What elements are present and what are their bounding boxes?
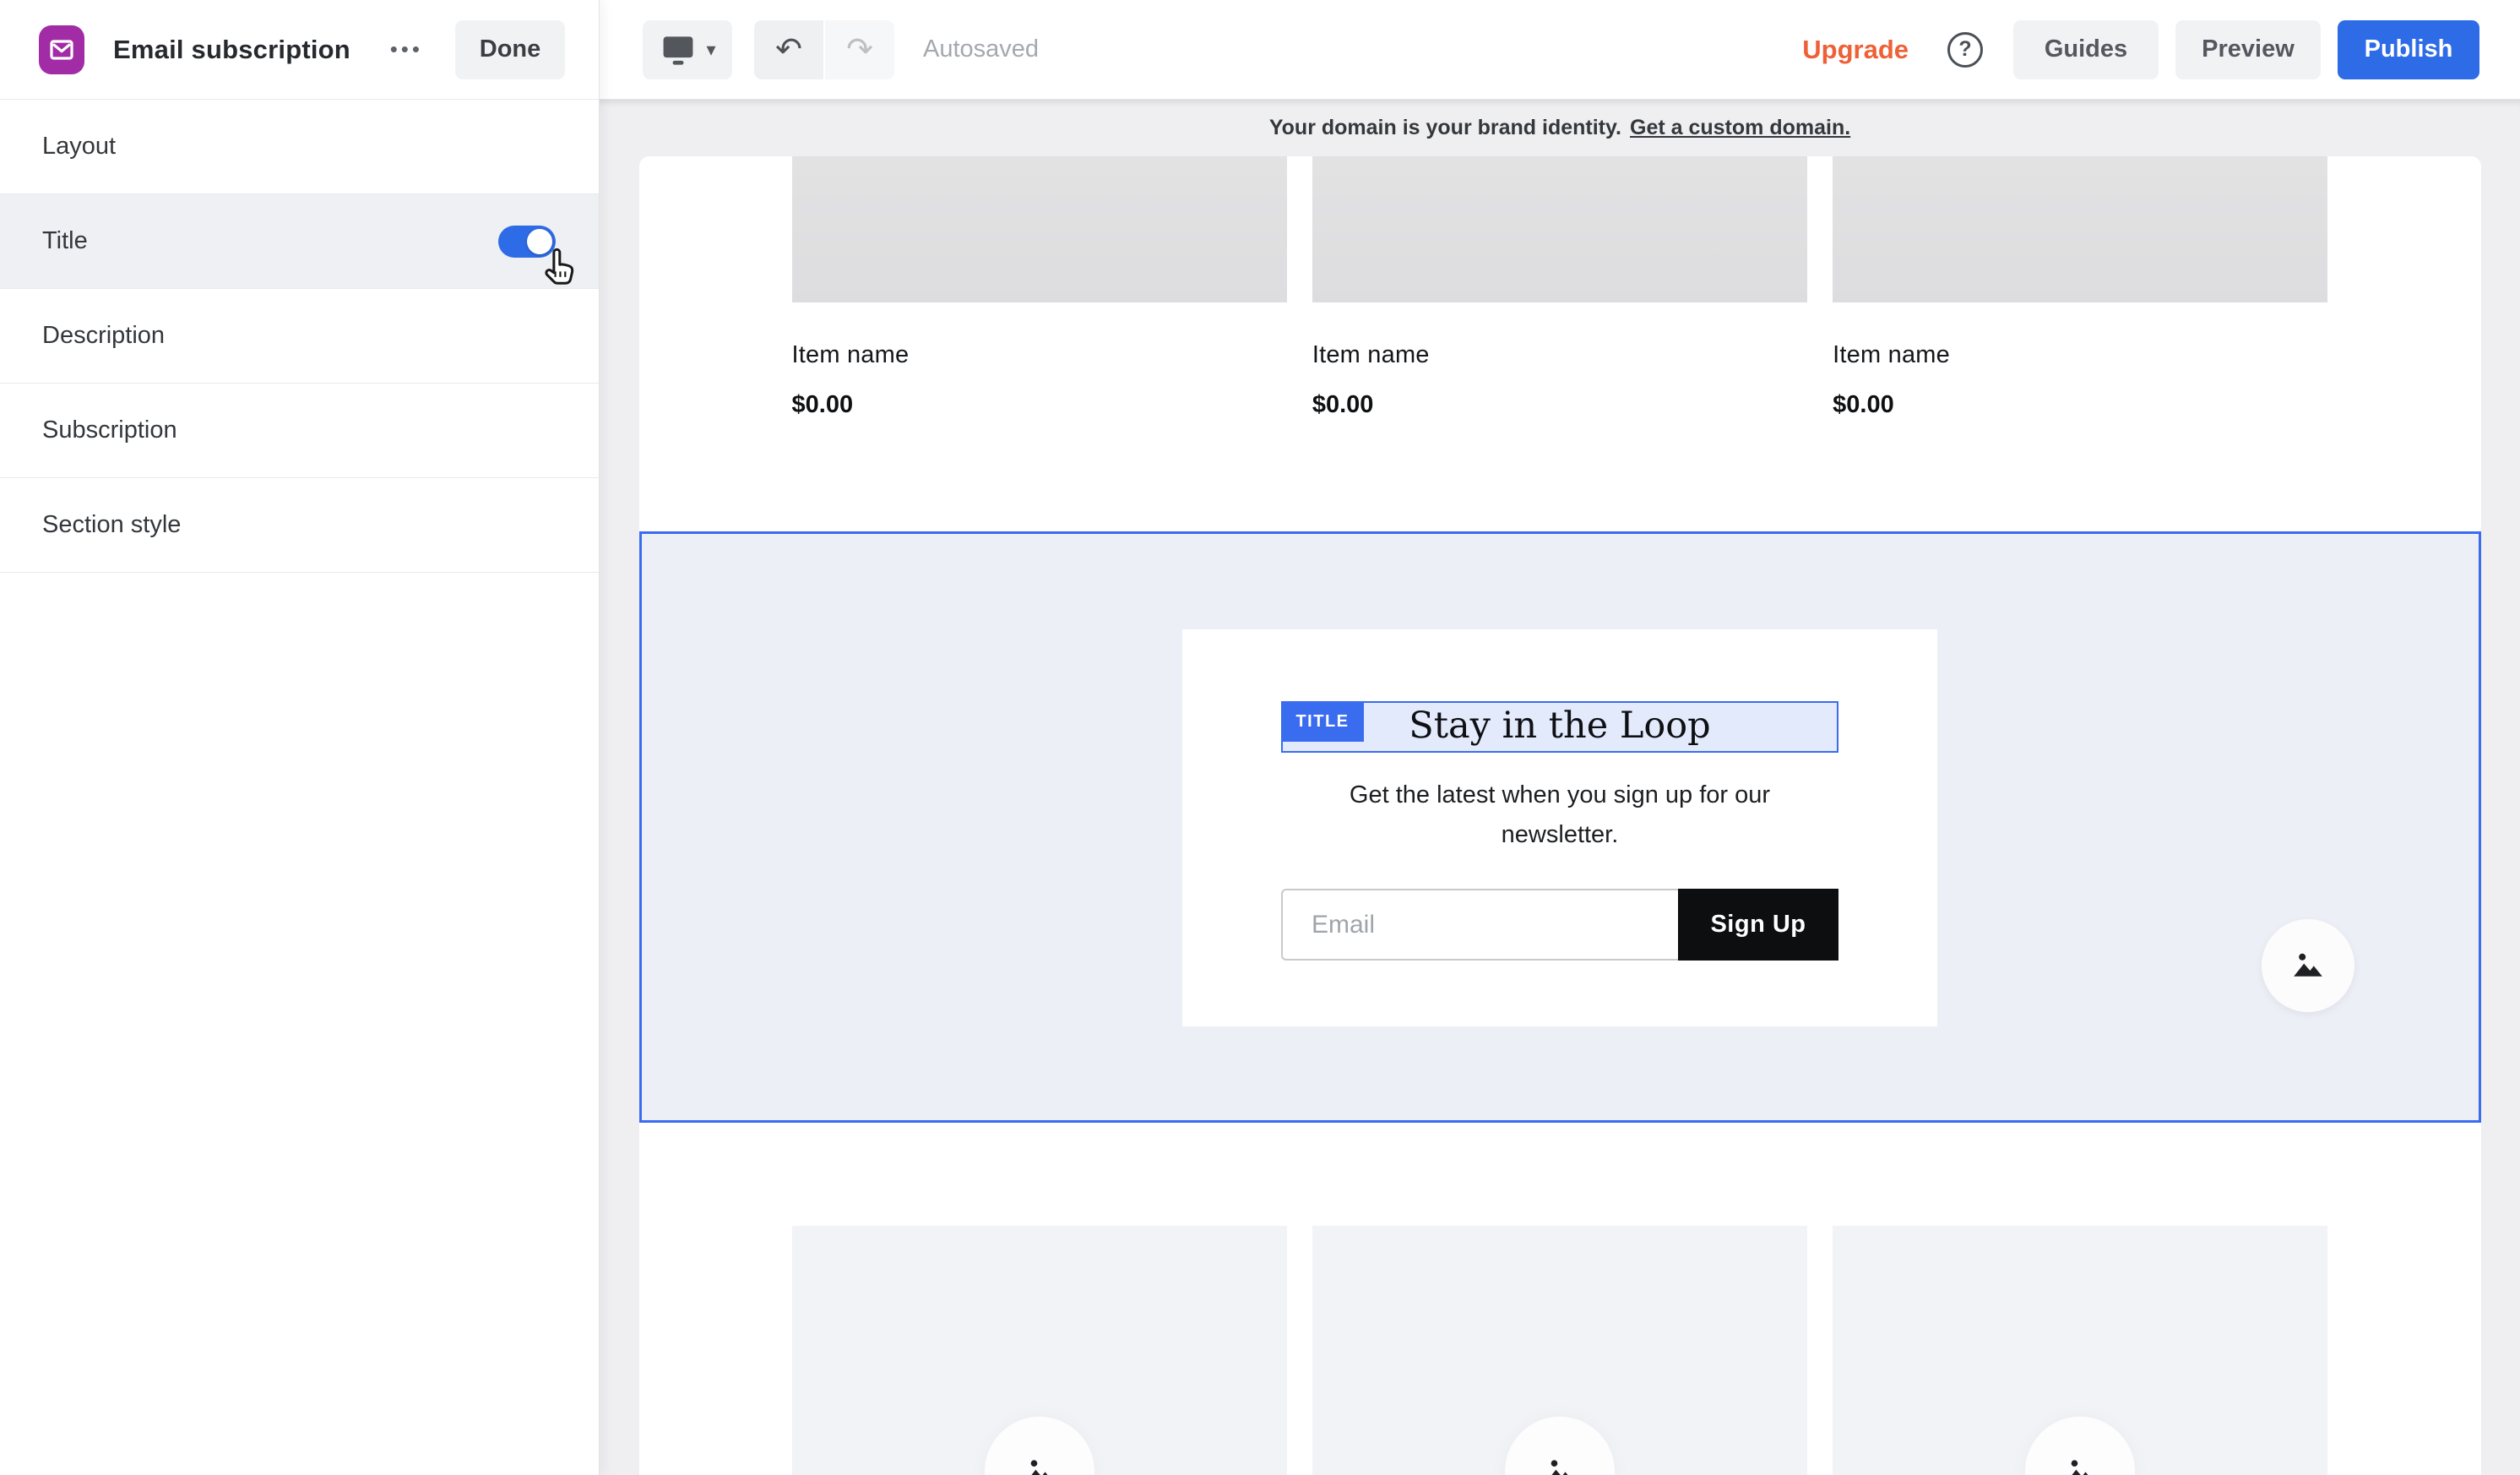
sidebar-item-section-style[interactable]: Section style [0,478,599,573]
app-window: Email subscription ••• Done Layout Title… [0,0,2520,1475]
sidebar-item-label: Section style [42,511,181,539]
redo-button[interactable]: ↷ [825,20,894,79]
image-tile-placeholder[interactable] [1312,1226,1807,1475]
newsletter-title: Stay in the Loop [1283,703,1837,749]
description-line: newsletter. [1182,815,1937,855]
preview-button[interactable]: Preview [2175,20,2321,79]
help-icon[interactable]: ? [1947,32,1983,68]
envelope-icon [48,36,75,63]
spacer [639,419,2481,531]
banner-text: Your domain is your brand identity. [1269,116,1621,140]
newsletter-title-field[interactable]: TITLE Stay in the Loop [1281,701,1838,753]
sidebar-item-title[interactable]: Title [0,194,599,289]
product-name: Item name [792,341,1287,369]
image-upload-circle [985,1417,1094,1475]
product-name: Item name [1833,341,2327,369]
settings-panel: Email subscription ••• Done Layout Title… [0,0,600,1475]
guides-button[interactable]: Guides [2013,20,2159,79]
sign-up-button[interactable]: Sign Up [1678,889,1838,961]
product-name: Item name [1312,341,1807,369]
signup-form: Sign Up [1281,889,1838,961]
sidebar-item-layout[interactable]: Layout [0,100,599,194]
product-price: $0.00 [1833,391,2327,419]
product-image-placeholder[interactable] [1312,156,1807,302]
product-grid-top: Item name $0.00 Item name $0.00 Item nam… [639,156,2481,419]
sidebar-item-label: Title [42,227,88,255]
image-tile-placeholder[interactable] [1833,1226,2327,1475]
email-subscription-section-selected[interactable]: TITLE Stay in the Loop Get the latest wh… [639,531,2481,1123]
sidebar-item-label: Layout [42,133,116,161]
product-grid-bottom [639,1226,2481,1475]
custom-domain-banner: Your domain is your brand identity. Get … [600,100,2520,156]
image-placeholder-icon [1540,1452,1579,1475]
title-toggle[interactable] [498,226,556,258]
sidebar-item-subscription[interactable]: Subscription [0,384,599,478]
panel-title: Email subscription [113,35,350,65]
spacer [639,1123,2481,1226]
image-placeholder-icon [2288,945,2328,986]
product-image-placeholder[interactable] [792,156,1287,302]
autosaved-status: Autosaved [923,35,1039,63]
sidebar-item-description[interactable]: Description [0,289,599,384]
image-tile-placeholder[interactable] [792,1226,1287,1475]
upgrade-link[interactable]: Upgrade [1802,35,1909,65]
more-menu-icon[interactable]: ••• [390,36,423,63]
email-subscription-icon [39,25,84,74]
product-image-placeholder[interactable] [1833,156,2327,302]
done-button[interactable]: Done [455,20,565,79]
product-price: $0.00 [1312,391,1807,419]
newsletter-description[interactable]: Get the latest when you sign up for our … [1182,776,1937,855]
desktop-monitor-icon [659,31,698,68]
image-upload-circle [2025,1417,2135,1475]
toggle-knob [527,229,552,254]
chevron-down-icon: ▾ [706,39,715,61]
main-area: ▾ ↶ ↷ Autosaved Upgrade ? Guides Preview… [600,0,2520,1475]
image-upload-circle [1505,1417,1615,1475]
description-line: Get the latest when you sign up for our [1182,776,1937,815]
store-page-preview: Item name $0.00 Item name $0.00 Item nam… [639,156,2481,1475]
image-placeholder-icon [2061,1452,2099,1475]
product-price: $0.00 [792,391,1287,419]
site-canvas: Your domain is your brand identity. Get … [600,100,2520,1475]
get-custom-domain-link[interactable]: Get a custom domain. [1630,116,1850,140]
product-card: Item name $0.00 [792,156,1287,419]
device-preview-dropdown[interactable]: ▾ [643,20,732,79]
toolbar-right-group: Upgrade ? Guides Preview Publish [1802,20,2520,79]
settings-panel-header: Email subscription ••• Done [0,0,599,100]
newsletter-card: TITLE Stay in the Loop Get the latest wh… [1182,629,1937,1026]
publish-button[interactable]: Publish [2338,20,2479,79]
undo-redo-group: ↶ ↷ [754,20,894,79]
email-input[interactable] [1281,889,1678,961]
sidebar-item-label: Subscription [42,416,177,444]
image-placeholder-icon [1020,1452,1059,1475]
undo-button[interactable]: ↶ [754,20,823,79]
product-card: Item name $0.00 [1833,156,2327,419]
editor-toolbar: ▾ ↶ ↷ Autosaved Upgrade ? Guides Preview… [600,0,2520,100]
title-field-tag: TITLE [1281,701,1364,742]
section-image-button[interactable] [2262,919,2354,1012]
product-card: Item name $0.00 [1312,156,1807,419]
sidebar-item-label: Description [42,322,165,350]
